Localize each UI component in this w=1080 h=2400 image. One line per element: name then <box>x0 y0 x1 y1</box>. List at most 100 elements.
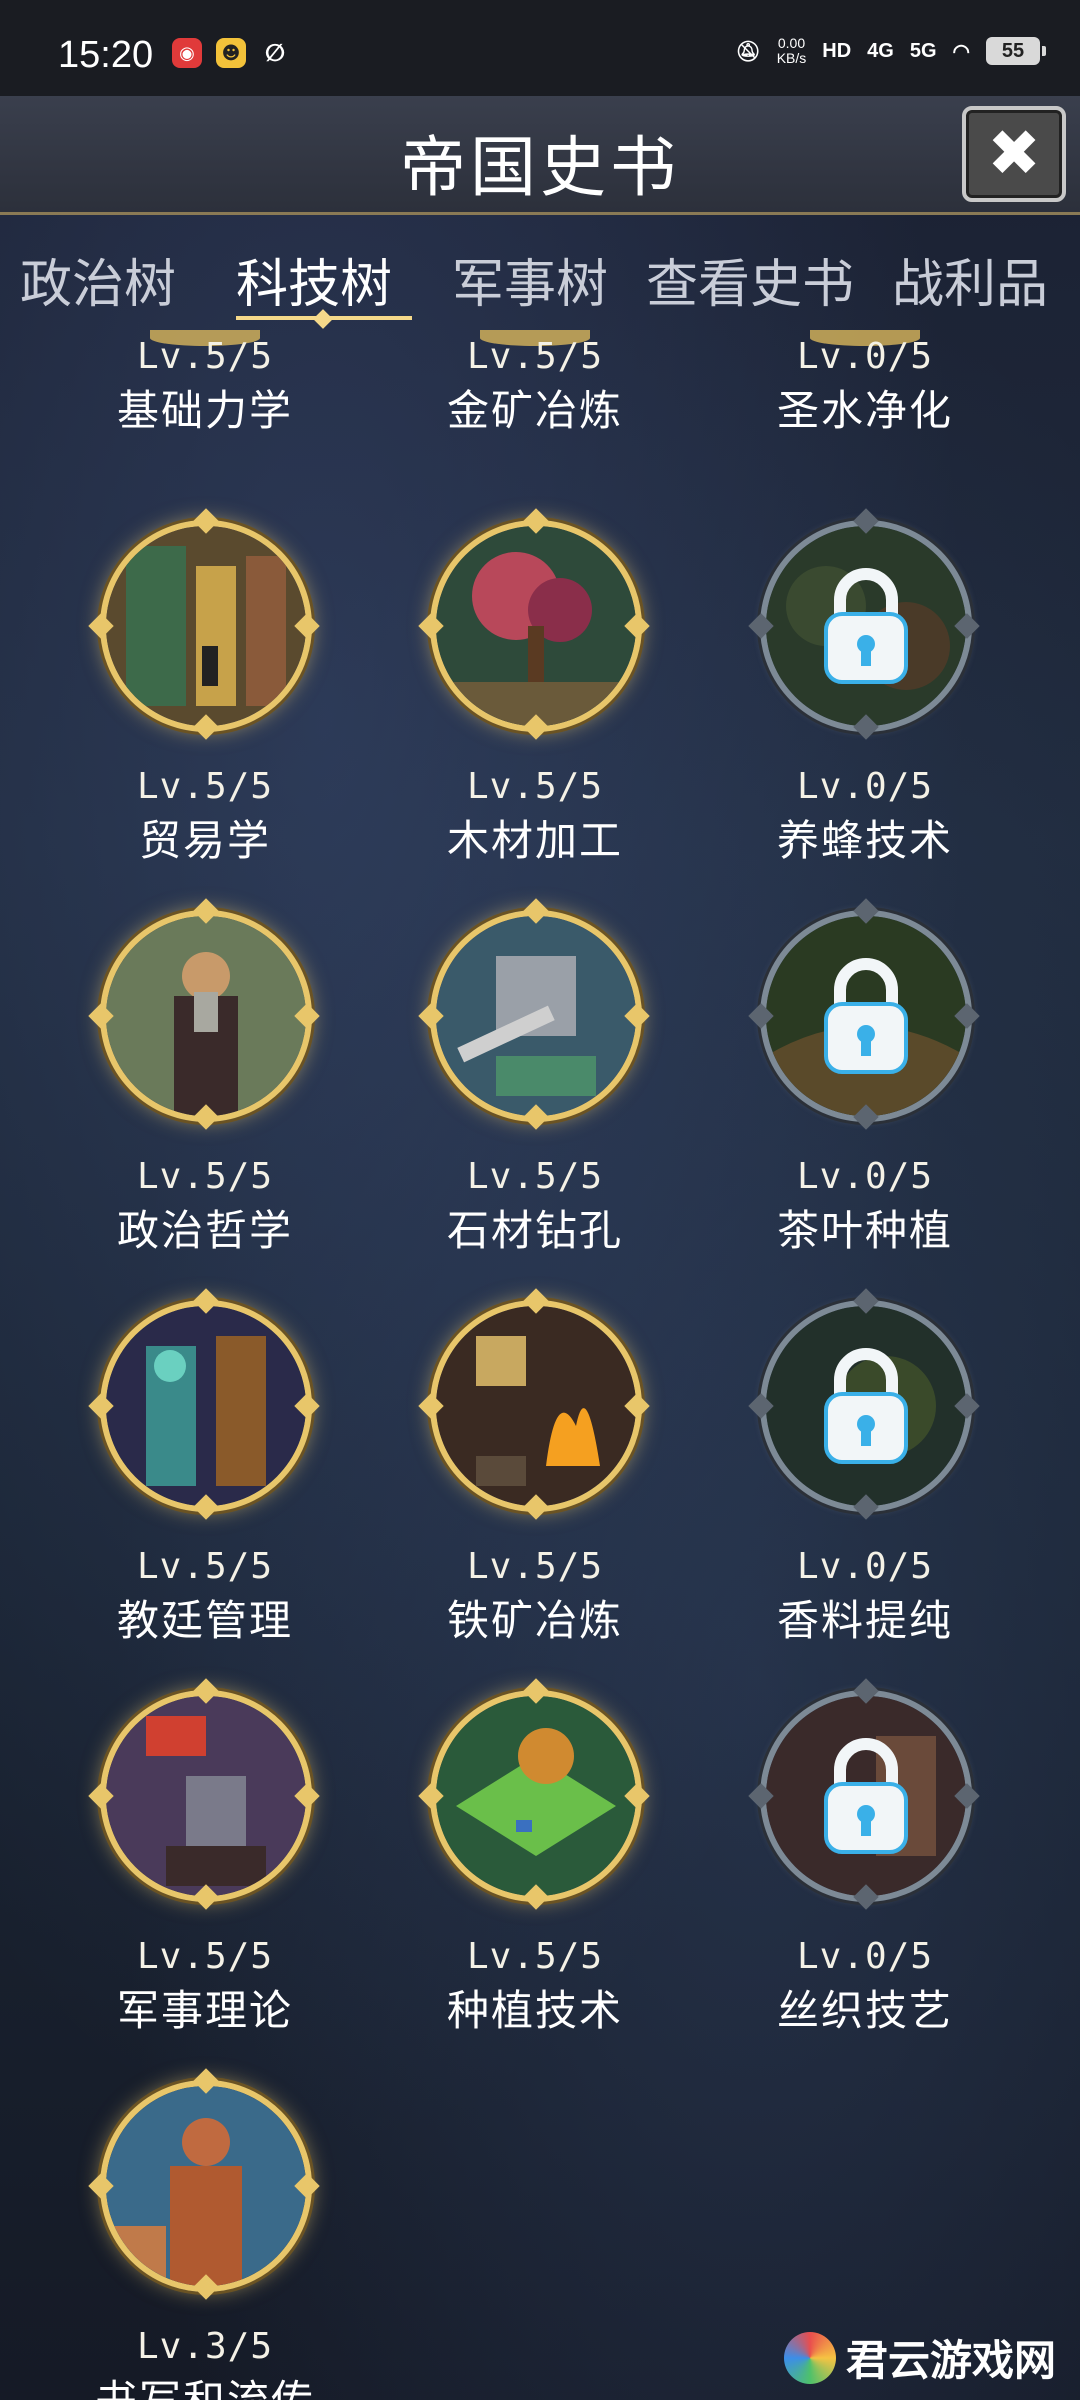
tech-level: Lv.5/5 <box>136 1546 274 1587</box>
tech-node[interactable]: Lv.5/5 基础力学 <box>40 330 370 438</box>
tech-name: 书写和流传 <box>40 2367 370 2400</box>
tech-tree-grid[interactable]: Lv.5/5 基础力学 Lv.5/5 金矿冶炼 Lv.0/5 圣水净化 Lv.5… <box>0 330 1080 2400</box>
philosopher-art-icon <box>106 916 306 1116</box>
tech-medallion-locked[interactable] <box>748 898 980 1130</box>
tab-bar: 政治树 科技树 军事树 查看史书 战利品 <box>0 232 1080 332</box>
tech-level: Lv.5/5 <box>466 766 604 807</box>
tech-name: 军事理论 <box>116 1986 293 2035</box>
tech-level: Lv.0/5 <box>796 1546 934 1587</box>
tech-node[interactable]: Lv.5/5 金矿冶炼 <box>370 330 700 438</box>
tech-medallion-locked[interactable] <box>748 1678 980 1910</box>
tech-level: Lv.5/5 <box>136 766 274 807</box>
tech-node[interactable]: Lv.5/5 木材加工 <box>370 508 700 868</box>
tech-medallion[interactable] <box>88 508 320 740</box>
tech-node[interactable]: Lv.3/5 书写和流传 <box>40 2068 370 2400</box>
signal-4g: 4G <box>867 39 894 62</box>
tech-name: 基础力学 <box>116 386 293 435</box>
net-speed: 0.00 KB/s <box>776 35 807 66</box>
tech-level: Lv.0/5 <box>796 1936 934 1977</box>
tech-level: Lv.5/5 <box>466 1546 604 1587</box>
knight-art-icon <box>106 1696 306 1896</box>
tech-node[interactable]: Lv.0/5 养蜂技术 <box>700 508 1030 868</box>
tech-level: Lv.5/5 <box>136 336 274 377</box>
sync-app-icon: ∅ <box>264 39 286 67</box>
close-button[interactable]: ✖ <box>962 106 1066 202</box>
drill-art-icon <box>436 916 636 1116</box>
tech-level: Lv.0/5 <box>796 766 934 807</box>
status-indicators: 🔕︎ 0.00 KB/s HD 4G 5G ◠ 55 <box>735 35 1046 66</box>
tech-node[interactable]: Lv.5/5 石材钻孔 <box>370 898 700 1258</box>
tech-medallion[interactable] <box>418 508 650 740</box>
tech-name: 石材钻孔 <box>446 1206 623 1255</box>
watermark: 君云游戏网 <box>783 2327 1056 2388</box>
battery-indicator: 55 <box>986 37 1046 65</box>
tech-level: Lv.0/5 <box>796 336 934 377</box>
tech-name: 圣水净化 <box>776 386 953 435</box>
tech-level: Lv.5/5 <box>466 1936 604 1977</box>
active-tab-indicator <box>236 316 412 320</box>
status-bar: 15:20 ◉ ☻ ∅ 🔕︎ 0.00 KB/s HD 4G 5G ◠ 55 <box>0 0 1080 96</box>
close-icon: ✖ <box>987 117 1041 191</box>
lock-icon <box>824 1348 908 1464</box>
tech-medallion[interactable] <box>88 898 320 1130</box>
tab-history-book[interactable]: 查看史书 <box>646 242 854 317</box>
watermark-logo-icon <box>783 2331 836 2384</box>
tab-technology[interactable]: 科技树 <box>236 242 392 317</box>
tech-node[interactable]: Lv.0/5 圣水净化 <box>700 330 1030 438</box>
mute-bell-icon: 🔕︎ <box>735 40 761 63</box>
tech-node[interactable]: Lv.5/5 政治哲学 <box>40 898 370 1258</box>
tech-level: Lv.3/5 <box>136 2326 274 2367</box>
tech-name: 贸易学 <box>138 816 271 865</box>
page-header: 帝国史书 ✖ <box>0 96 1080 215</box>
status-app-icons: ◉ ☻ ∅ <box>172 38 290 68</box>
tech-node[interactable]: Lv.0/5 丝织技艺 <box>700 1678 1030 2038</box>
tech-medallion[interactable] <box>418 898 650 1130</box>
tech-medallion[interactable] <box>88 1288 320 1520</box>
tech-node[interactable]: Lv.5/5 贸易学 <box>40 508 370 868</box>
tech-medallion[interactable] <box>88 2068 320 2300</box>
tech-name: 香料提纯 <box>776 1596 953 1645</box>
hd-badge: HD <box>822 39 852 62</box>
tech-medallion[interactable] <box>418 1288 650 1520</box>
tech-name: 铁矿冶炼 <box>446 1596 623 1645</box>
tab-politics[interactable]: 政治树 <box>20 242 176 317</box>
tech-medallion-locked[interactable] <box>748 508 980 740</box>
chat-app-icon: ☻ <box>216 38 246 68</box>
terracotta-warrior-art-icon <box>106 2086 306 2286</box>
tech-node[interactable]: Lv.0/5 茶叶种植 <box>700 898 1030 1258</box>
tech-medallion[interactable] <box>418 1678 650 1910</box>
tab-trophies[interactable]: 战利品 <box>892 242 1048 317</box>
tech-node[interactable]: Lv.5/5 教廷管理 <box>40 1288 370 1648</box>
tech-name: 政治哲学 <box>116 1206 293 1255</box>
page-title: 帝国史书 <box>400 129 680 206</box>
tech-level: Lv.5/5 <box>136 1156 274 1197</box>
trade-art-icon <box>106 526 306 726</box>
status-time: 15:20 <box>58 34 154 76</box>
tech-name: 丝织技艺 <box>776 1986 953 2035</box>
farm-art-icon <box>436 1696 636 1896</box>
wifi-icon: ◠ <box>952 40 970 63</box>
tech-node[interactable]: Lv.0/5 香料提纯 <box>700 1288 1030 1648</box>
tab-military[interactable]: 军事树 <box>452 242 608 317</box>
tech-name: 金矿冶炼 <box>446 386 623 435</box>
tech-level: Lv.5/5 <box>466 336 604 377</box>
tech-name: 教廷管理 <box>116 1596 293 1645</box>
lock-icon <box>824 958 908 1074</box>
tech-medallion-locked[interactable] <box>748 1288 980 1520</box>
music-app-icon: ◉ <box>172 38 202 68</box>
tech-level: Lv.5/5 <box>136 1936 274 1977</box>
tech-node[interactable]: Lv.5/5 铁矿冶炼 <box>370 1288 700 1648</box>
woodwork-art-icon <box>436 526 636 726</box>
tech-name: 养蜂技术 <box>776 816 953 865</box>
tech-node[interactable]: Lv.5/5 军事理论 <box>40 1678 370 2038</box>
tech-medallion[interactable] <box>88 1678 320 1910</box>
signal-5g: 5G <box>909 39 937 62</box>
tech-name: 茶叶种植 <box>776 1206 953 1255</box>
tech-name: 种植技术 <box>446 1986 623 2035</box>
forge-art-icon <box>436 1306 636 1506</box>
tech-node[interactable]: Lv.5/5 种植技术 <box>370 1678 700 2038</box>
watermark-text: 君云游戏网 <box>845 2336 1056 2385</box>
tech-level: Lv.0/5 <box>796 1156 934 1197</box>
tech-name: 木材加工 <box>446 816 623 865</box>
tech-level: Lv.5/5 <box>466 1156 604 1197</box>
